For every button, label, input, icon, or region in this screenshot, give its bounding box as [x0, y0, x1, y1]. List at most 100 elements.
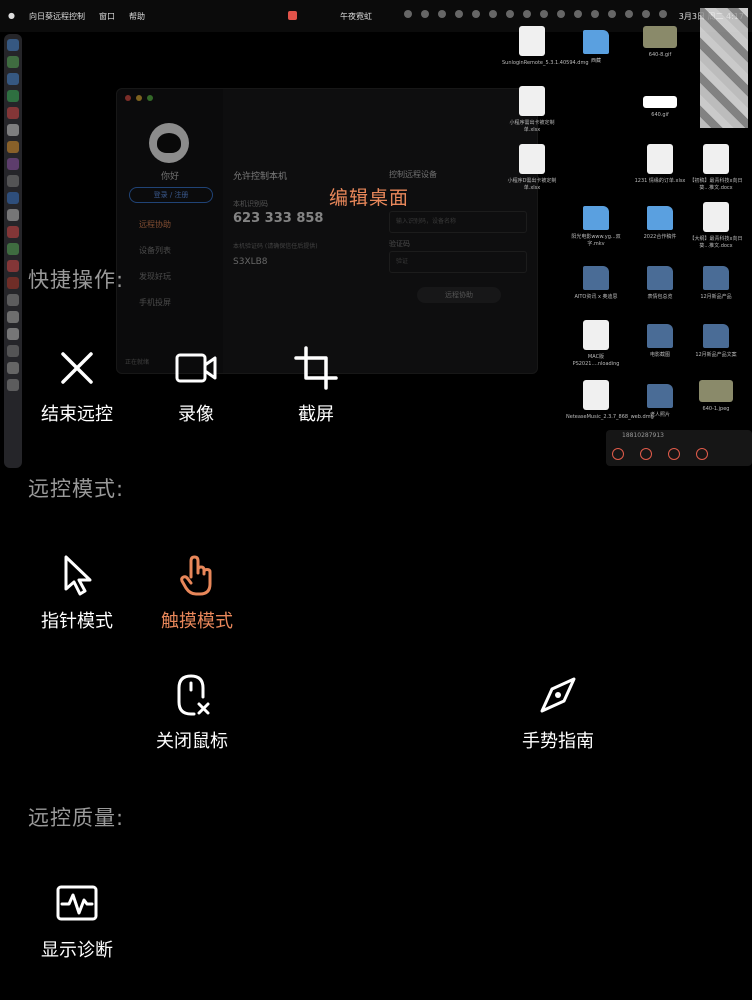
- desktop-file: 640-8.gif: [630, 26, 690, 59]
- desktop-file: 小程序需出卡被定制单.xlsx: [502, 86, 562, 134]
- desktop-file-label: 老人照片: [649, 412, 670, 418]
- file-icon: [703, 202, 729, 232]
- apple-icon: ●: [8, 11, 15, 20]
- file-icon: [583, 380, 609, 410]
- sunlogin-window: 你好 登录 / 注册 远程协助 设备列表 发现好玩 手机投屏 允许控制本机 本机…: [116, 88, 538, 374]
- desktop-file: 2022合作稿件: [630, 202, 690, 241]
- device-id-value: 623 333 858: [233, 211, 324, 226]
- show-diagnostics-button[interactable]: 显示诊断: [28, 882, 126, 962]
- desktop-file: 阳光电影www.yg...双字.mkv: [566, 202, 626, 248]
- file-icon: [583, 320, 609, 350]
- record-label: 录像: [178, 404, 214, 425]
- close-mouse-label: 关闭鼠标: [156, 731, 228, 752]
- end-remote-label: 结束远控: [41, 404, 113, 425]
- crop-icon: [294, 346, 338, 390]
- remote-mini-toolbar: 18810287913: [606, 430, 752, 466]
- folder-icon: [647, 324, 673, 348]
- edit-desktop-label[interactable]: 编辑桌面: [329, 183, 409, 210]
- desktop-file-label: 12月新品产品: [700, 294, 732, 300]
- folder-icon: [647, 384, 673, 408]
- desktop-file-label: MAC版PS2021....nloading: [572, 354, 620, 367]
- pointer-mode-button[interactable]: 指针模式: [28, 553, 126, 633]
- file-icon: [643, 26, 677, 48]
- folder-icon: [703, 324, 729, 348]
- desktop-file: MAC版PS2021....nloading: [566, 320, 626, 368]
- folder-icon: [647, 206, 673, 230]
- touch-mode-label: 触摸模式: [161, 611, 233, 632]
- nav-screen-cast: 手机投屏: [139, 298, 171, 307]
- section-remote-quality: 远控质量:: [28, 806, 125, 830]
- mouse-off-icon: [170, 673, 214, 717]
- desktop-file-label: SunloginRemote_5.3.1.40594.dmg: [502, 60, 589, 66]
- end-remote-button[interactable]: 结束远控: [28, 346, 126, 426]
- login-button: 登录 / 注册: [129, 187, 213, 203]
- user-avatar: [149, 123, 189, 163]
- desktop-file: SunloginRemote_5.3.1.40594.dmg: [502, 26, 589, 67]
- folder-icon: [647, 266, 673, 290]
- desktop-file: 640.gif: [630, 86, 690, 119]
- folder-icon: [583, 266, 609, 290]
- desktop-file: AITO资讯 x 奥迪思: [566, 262, 626, 301]
- desktop-file-label: 电影截图: [649, 352, 670, 358]
- gesture-guide-button[interactable]: 手势指南: [512, 673, 604, 753]
- file-icon: [699, 380, 733, 402]
- screenshot-button[interactable]: 截屏: [280, 346, 352, 426]
- video-camera-icon: [174, 346, 218, 390]
- verify-code-label: 本机验证码 (请确保信任后提供): [233, 243, 318, 250]
- window-footer-status: 正在就绪: [125, 359, 150, 366]
- folder-icon: [703, 266, 729, 290]
- nav-remote-assist: 远程协助: [139, 220, 171, 229]
- touch-mode-button[interactable]: 触摸模式: [148, 553, 246, 633]
- desktop-file-label: 小程序D需出卡被定制单.xlsx: [507, 178, 557, 191]
- desktop-file: NeteaseMusic_2.3.7_868_web.dmg: [566, 380, 654, 421]
- desktop-file-label: 西藏: [590, 58, 601, 64]
- file-icon: [643, 96, 677, 108]
- desktop-file-label: 640-1.jpeg: [702, 406, 730, 412]
- desktop-file-label: 640.gif: [651, 112, 669, 118]
- show-diagnostics-label: 显示诊断: [41, 940, 113, 961]
- cursor-icon: [668, 448, 680, 460]
- file-icon: [703, 144, 729, 174]
- control-remote-title: 控制远程设备: [389, 170, 437, 179]
- close-icon: [55, 346, 99, 390]
- touch-hand-icon: [175, 553, 219, 597]
- menubar-center-text: 午夜霓虹: [340, 12, 372, 21]
- nav-discover: 发现好玩: [139, 272, 171, 281]
- screenshot-label: 截屏: [298, 404, 334, 425]
- desktop-file: 【大纲】最青科技x向日葵...推文.docx: [686, 202, 746, 250]
- mac-dock: [4, 34, 22, 468]
- pulse-monitor-icon: [55, 882, 99, 926]
- file-icon: [519, 26, 545, 56]
- window-traffic-lights: [125, 95, 153, 101]
- greeting-text: 你好: [160, 172, 179, 182]
- verify-label: 验证码: [389, 240, 410, 248]
- desktop-file-label: 1231 情缘的订单.xlsx: [634, 178, 686, 184]
- nav-device-list: 设备列表: [139, 246, 171, 255]
- allow-control-title: 允许控制本机: [233, 172, 288, 182]
- compass-icon: [536, 673, 580, 717]
- file-icon: [519, 144, 545, 174]
- desktop-file-label: NeteaseMusic_2.3.7_868_web.dmg: [566, 414, 654, 420]
- desktop-file-label: 12月新品产品文案: [695, 352, 737, 358]
- mini-bar-number: 18810287913: [622, 432, 664, 439]
- file-icon: [647, 144, 673, 174]
- close-mouse-button[interactable]: 关闭鼠标: [146, 673, 238, 753]
- desktop-file-label: 小程序需出卡被定制单.xlsx: [509, 120, 555, 133]
- desktop-file: 小程序D需出卡被定制单.xlsx: [502, 144, 562, 192]
- menubar-app-name: 向日葵远程控制: [28, 12, 85, 21]
- desktop-file: 电影截图: [630, 320, 690, 359]
- chat-icon: [612, 448, 624, 460]
- desktop-file: 西藏: [566, 26, 626, 65]
- sunlogin-status-icon: [288, 11, 297, 20]
- desktop-file: 12月新品产品文案: [686, 320, 746, 359]
- desktop-file: 老人照片: [630, 380, 690, 419]
- menubar-menu-help: 帮助: [128, 12, 145, 21]
- desktop-file-label: 表情包总览: [647, 294, 673, 300]
- desktop-file-label: AITO资讯 x 奥迪思: [574, 294, 618, 300]
- folder-icon: [583, 30, 609, 54]
- desktop-file: 640-1.jpeg: [686, 380, 746, 413]
- desktop-file-label: 【初稿】最青科技x向日葵...推文.docx: [689, 178, 743, 191]
- record-button[interactable]: 录像: [160, 346, 232, 426]
- desktop-file-label: 阳光电影www.yg...双字.mkv: [571, 234, 621, 247]
- connect-button: 远程协助: [417, 287, 501, 303]
